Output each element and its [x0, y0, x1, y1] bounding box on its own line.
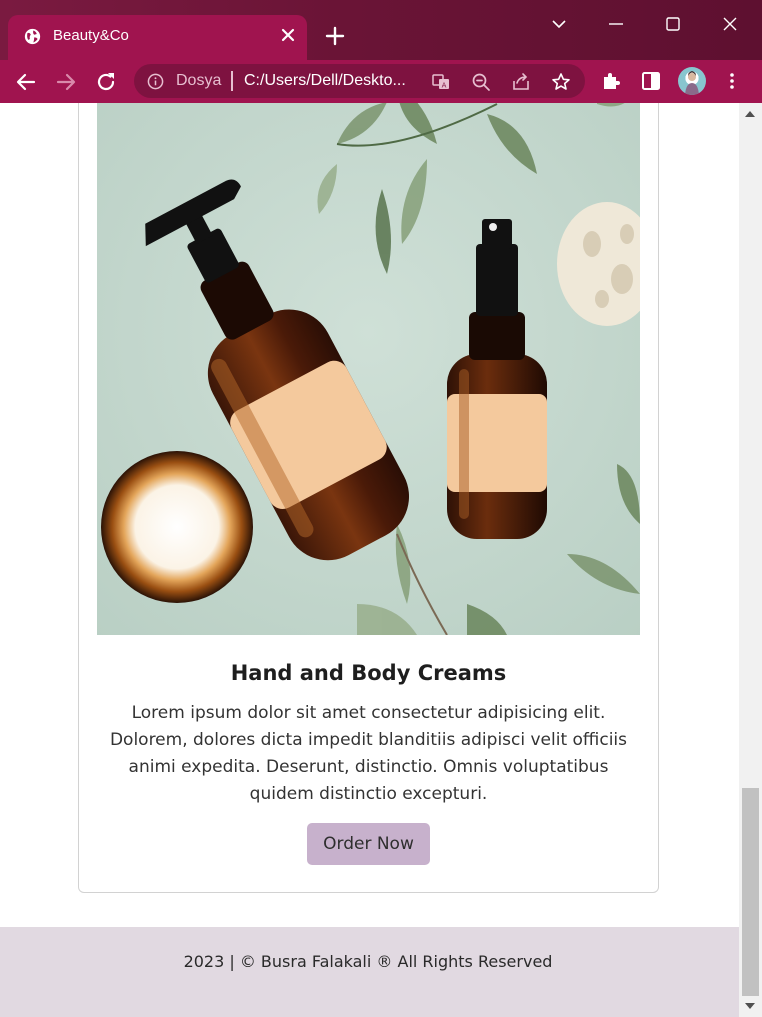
- url-text[interactable]: C:/Users/Dell/Deskto...: [244, 72, 422, 90]
- window-close-icon[interactable]: [718, 12, 742, 36]
- browser-tab[interactable]: Beauty&Co: [8, 15, 307, 60]
- product-description: Lorem ipsum dolor sit amet consectetur a…: [109, 703, 628, 804]
- more-icon[interactable]: [721, 70, 743, 92]
- zoom-icon[interactable]: [471, 72, 491, 92]
- translate-icon[interactable]: A: [431, 72, 451, 92]
- footer: 2023 | © Busra Falakali ® All Rights Res…: [0, 927, 739, 1017]
- globe-icon: [24, 28, 41, 45]
- product-image: [97, 103, 640, 635]
- forward-icon[interactable]: [54, 70, 78, 94]
- browser-titlebar: Beauty&Co: [0, 0, 762, 60]
- back-icon[interactable]: [14, 70, 38, 94]
- minimize-icon[interactable]: [604, 12, 628, 36]
- product-card: Hand and Body Creams Lorem ipsum dolor s…: [78, 103, 659, 893]
- side-panel-icon[interactable]: [640, 70, 662, 92]
- maximize-icon[interactable]: [661, 12, 685, 36]
- browser-toolbar: Dosya C:/Users/Dell/Deskto... A: [0, 60, 762, 103]
- page-scrollbar[interactable]: [739, 103, 762, 1017]
- scroll-up-arrow[interactable]: [745, 111, 755, 117]
- share-icon[interactable]: [511, 72, 531, 92]
- close-icon[interactable]: [279, 26, 297, 44]
- avatar[interactable]: [678, 67, 706, 95]
- reload-icon[interactable]: [94, 70, 118, 94]
- extensions-icon[interactable]: [600, 70, 622, 92]
- chevron-down-icon[interactable]: [547, 12, 571, 36]
- star-icon[interactable]: [551, 72, 571, 92]
- url-scheme-label: Dosya: [176, 72, 222, 89]
- scroll-thumb[interactable]: [742, 788, 759, 996]
- info-icon[interactable]: [147, 73, 164, 90]
- plus-icon[interactable]: [325, 26, 345, 46]
- tab-title: Beauty&Co: [53, 27, 129, 44]
- address-bar[interactable]: Dosya C:/Users/Dell/Deskto... A: [134, 64, 585, 98]
- footer-copyright: 2023 | © Busra Falakali ® All Rights Res…: [183, 952, 553, 971]
- url-separator: [231, 71, 233, 91]
- product-title: Hand and Body Creams: [230, 661, 507, 685]
- page-viewport: Hand and Body Creams Lorem ipsum dolor s…: [0, 103, 739, 1017]
- order-now-button[interactable]: Order Now: [307, 823, 430, 865]
- scroll-down-arrow[interactable]: [745, 1003, 755, 1009]
- svg-text:A: A: [442, 82, 447, 90]
